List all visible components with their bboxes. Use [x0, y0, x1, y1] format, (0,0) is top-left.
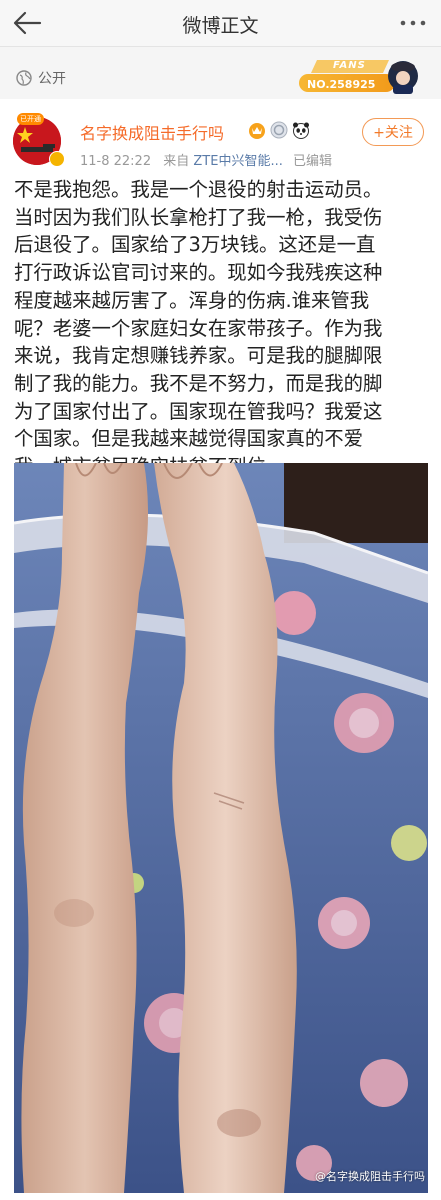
- post-meta: 11-8 22:22 来自 ZTE中兴智能... 已编辑: [80, 150, 332, 169]
- post-text-line: 后退役了。国家给了3万块钱。这还是一直: [14, 233, 376, 257]
- post-photo[interactable]: [14, 463, 428, 1193]
- post-text-line: 呢？老婆一个家庭妇女在家带孩子。作为我: [14, 316, 383, 340]
- source-prefix: 来自: [163, 154, 190, 169]
- fans-badge[interactable]: FANS NO.258925: [299, 58, 421, 96]
- post-text: 不是我抱怨。我是一个退役的射击运动员。 当时因为我们队长拿枪打了我一枪，我受伤 …: [14, 176, 428, 481]
- post-text-line: 打行政诉讼官司讨来的。现如今我残疾这种: [14, 261, 383, 285]
- top-nav-bar: 微博正文: [0, 0, 441, 47]
- post-text-line: 不是我抱怨。我是一个退役的射击运动员。: [14, 178, 383, 201]
- post-time: 11-8 22:22: [80, 154, 152, 169]
- post-source[interactable]: ZTE中兴智能...: [193, 154, 282, 169]
- post-text-line: 程度越来越厉害了。浑身的伤病.谁来管我: [14, 288, 370, 312]
- fans-label: FANS: [333, 60, 366, 71]
- page-title: 微博正文: [182, 15, 259, 37]
- post-text-line: 制了我的能力。我不是不努力，而是我的脚: [14, 371, 383, 395]
- crown-icon: [249, 123, 265, 139]
- avatar-tag: 已开通: [17, 113, 44, 125]
- edited-label[interactable]: 已编辑: [293, 154, 332, 169]
- post-text-line: 为了国家付出了。国家现在管我吗？我爱这: [14, 399, 383, 423]
- panda-icon: [293, 122, 309, 139]
- verified-badge-icon: [49, 151, 65, 167]
- more-dots-icon[interactable]: [395, 8, 431, 38]
- post-text-line: 个国家。但是我越来越觉得国家真的不爱: [14, 427, 364, 451]
- medal-icon: [270, 121, 288, 139]
- fans-number: NO.258925: [307, 78, 376, 91]
- globe-icon: [16, 70, 32, 86]
- photo-watermark: @名字换成阻击手行吗: [315, 1170, 425, 1183]
- legs-photo-illustration: [14, 463, 428, 1193]
- follow-button[interactable]: +关注: [362, 118, 424, 146]
- author-avatar[interactable]: 已开通: [13, 113, 65, 167]
- post-text-line: 来说，我肯定想赚钱养家。可是我的腿脚限: [14, 344, 383, 368]
- visibility-label: 公开: [38, 71, 66, 87]
- author-name[interactable]: 名字换成阻击手行吗: [80, 120, 224, 144]
- post-text-line: 当时因为我们队长拿枪打了我一枪，我受伤: [14, 205, 383, 229]
